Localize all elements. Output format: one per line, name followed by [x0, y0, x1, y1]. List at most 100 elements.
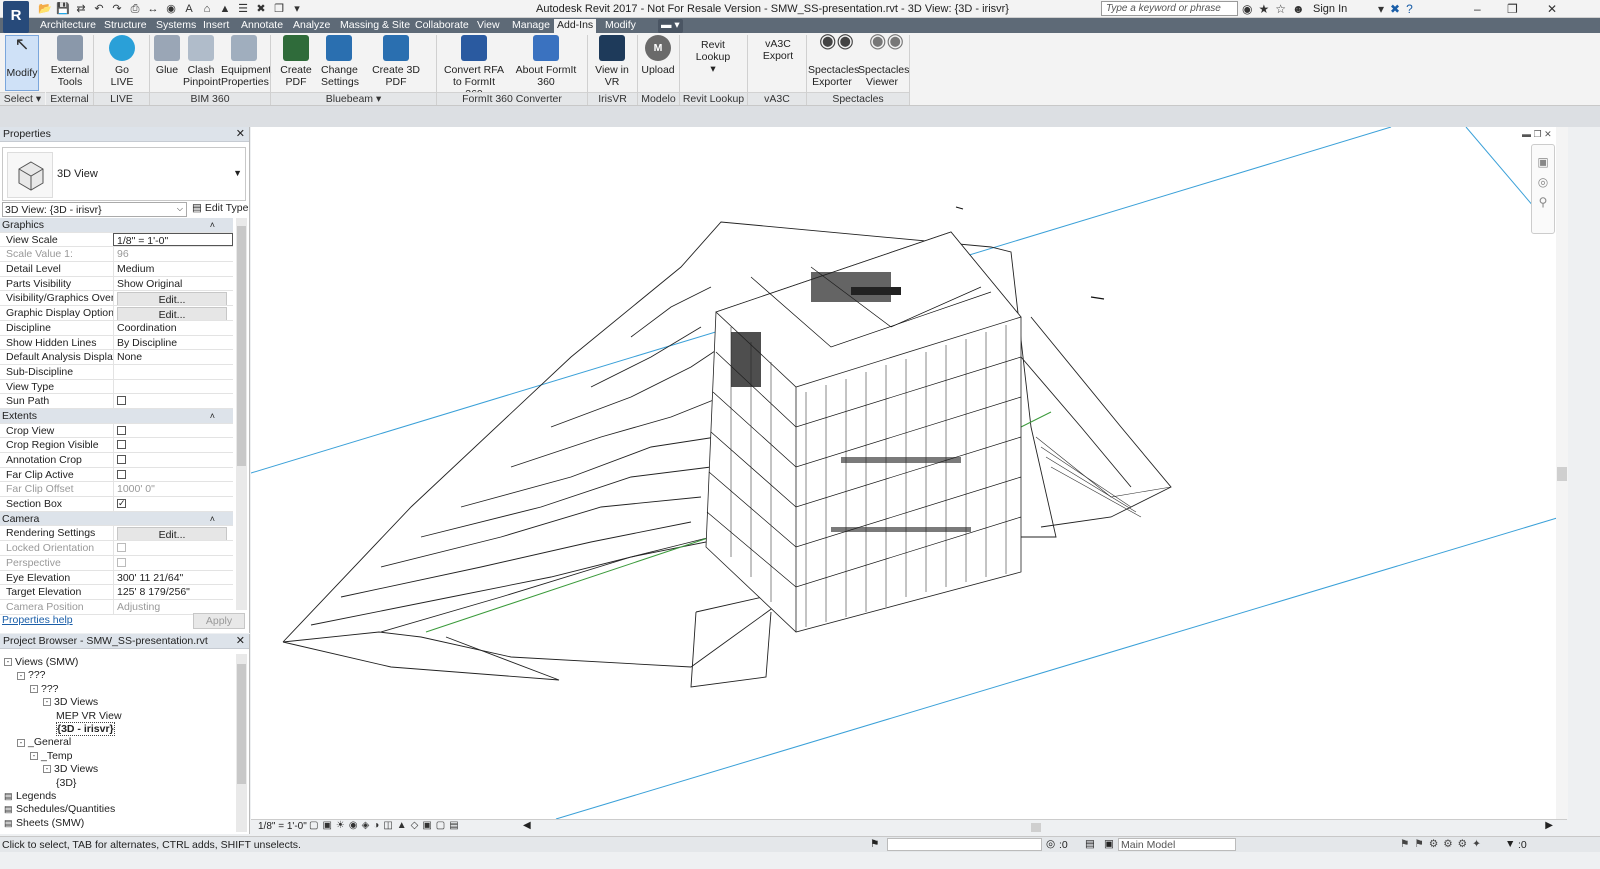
tab-annotate[interactable]: Annotate: [238, 19, 286, 33]
modify-button[interactable]: ↖ Modify: [5, 35, 39, 91]
equipment-properties-button[interactable]: Equipment Properties: [221, 35, 271, 88]
tab-structure[interactable]: Structure: [101, 19, 150, 33]
va3c-export-button[interactable]: vA3C Export: [758, 38, 798, 62]
redo-icon[interactable]: ↷: [110, 2, 124, 16]
favorites-icon[interactable]: ☆: [1275, 2, 1286, 16]
property-value[interactable]: 300' 11 21/64": [113, 570, 233, 585]
properties-scrollbar[interactable]: [236, 218, 247, 610]
worksets-icon[interactable]: ⚑: [870, 838, 879, 850]
close-hidden-icon[interactable]: ✖: [254, 2, 268, 16]
property-section[interactable]: Extents ˄: [0, 408, 233, 424]
close-icon[interactable]: ✕: [1547, 2, 1557, 16]
collapse-icon[interactable]: ˄: [210, 218, 215, 232]
external-tools-button[interactable]: External Tools: [50, 35, 90, 88]
3d-view-icon[interactable]: ⌂: [200, 2, 214, 16]
canvas-scrollbar[interactable]: [1556, 127, 1568, 819]
tab-collaborate[interactable]: Collaborate: [412, 19, 472, 33]
collapse-icon[interactable]: ˄: [210, 512, 215, 526]
ribbon-minimize-icon[interactable]: ▬ ▾: [658, 19, 683, 33]
dropdown-arrow-icon[interactable]: ▾: [1378, 2, 1384, 16]
text-icon[interactable]: A: [182, 2, 196, 16]
design-option-dropdown[interactable]: Main Model: [1118, 838, 1236, 851]
create-3d-pdf-button[interactable]: Create 3D PDF: [364, 35, 428, 88]
browser-tree-item[interactable]: -3D Views: [43, 696, 98, 708]
tab-systems[interactable]: Systems: [153, 19, 199, 33]
collapse-toggle-icon[interactable]: -: [30, 752, 38, 761]
browser-tree-item[interactable]: {3D - irisvr}: [56, 722, 115, 736]
property-value[interactable]: 1/8" = 1'-0": [113, 232, 233, 247]
property-value[interactable]: None: [113, 350, 233, 364]
checkbox[interactable]: [117, 396, 126, 406]
close-icon[interactable]: ✕: [236, 634, 245, 647]
user-icon[interactable]: ☻: [1292, 2, 1305, 16]
save-icon[interactable]: 💾: [56, 2, 70, 16]
dimension-icon[interactable]: ◉: [164, 2, 178, 16]
spectacles-exporter-button[interactable]: ◉◉ Spectacles Exporter: [808, 31, 859, 88]
editing-requests-icon[interactable]: ◎: [1046, 838, 1055, 850]
sign-in-button[interactable]: Sign In: [1313, 3, 1347, 15]
browser-tree-item[interactable]: ▤ Sheets (SMW): [4, 817, 84, 829]
panel-select[interactable]: Select ▾: [0, 92, 45, 105]
collapse-toggle-icon[interactable]: -: [43, 698, 51, 707]
property-section[interactable]: Graphics ˄: [0, 218, 233, 233]
create-pdf-button[interactable]: Create PDF: [273, 35, 319, 88]
property-checkbox[interactable]: [113, 453, 233, 467]
property-section[interactable]: Camera ˄: [0, 511, 233, 527]
tab-view[interactable]: View: [474, 19, 503, 33]
tab-architecture[interactable]: Architecture: [37, 19, 99, 33]
about-formit-button[interactable]: About FormIt 360: [510, 35, 582, 88]
clash-pinpoint-button[interactable]: Clash Pinpoint: [183, 35, 221, 88]
tab-analyze[interactable]: Analyze: [290, 19, 333, 33]
binoculars-icon[interactable]: ◉: [1242, 2, 1252, 16]
undo-icon[interactable]: ↶: [92, 2, 106, 16]
collapse-toggle-icon[interactable]: -: [43, 765, 51, 774]
property-value[interactable]: Show Original: [113, 276, 233, 291]
browser-tree-item[interactable]: {3D}: [56, 777, 76, 789]
sync-icon[interactable]: ⇄: [74, 2, 88, 16]
browser-scrollbar[interactable]: [236, 654, 247, 832]
customize-qat-icon[interactable]: ▾: [290, 2, 304, 16]
checkbox-checked[interactable]: ✓: [117, 499, 126, 509]
upload-button[interactable]: M Upload: [640, 35, 676, 76]
browser-tree-item[interactable]: -???: [17, 669, 46, 681]
viewcube-icon[interactable]: ▣: [1532, 155, 1554, 169]
exchange-icon[interactable]: ✖: [1390, 2, 1400, 16]
view-window-controls[interactable]: ▬ ❐ ✕: [1522, 129, 1552, 140]
property-checkbox[interactable]: [113, 394, 233, 408]
spectacles-viewer-button[interactable]: ◉◉ Spectacles Viewer: [858, 31, 909, 88]
property-value[interactable]: 125' 8 179/256": [113, 585, 233, 599]
checkbox[interactable]: [117, 440, 126, 450]
properties-help-link[interactable]: Properties help: [2, 614, 73, 626]
open-icon[interactable]: 📂: [38, 2, 52, 16]
convert-rfa-button[interactable]: Convert RFA to FormIt 360: [443, 35, 505, 100]
view-control-icons[interactable]: ▢▣☀◉◈◑◫▲◇▣▢▤: [309, 820, 463, 831]
subscription-icon[interactable]: ★: [1258, 2, 1269, 16]
browser-tree-item[interactable]: - _Temp: [30, 750, 73, 762]
restore-icon[interactable]: ❐: [1507, 2, 1518, 16]
3d-view-canvas[interactable]: [250, 126, 1568, 820]
checkbox[interactable]: [117, 543, 126, 553]
zoom-icon[interactable]: ⚲: [1532, 195, 1554, 209]
section-icon[interactable]: ▲: [218, 2, 232, 16]
view-scale-control[interactable]: 1/8" = 1'-0": [258, 821, 307, 832]
edit-type-button[interactable]: ▤ Edit Type: [192, 202, 248, 214]
glue-button[interactable]: Glue: [152, 35, 182, 76]
workset-dropdown[interactable]: [887, 838, 1042, 851]
help-icon[interactable]: ?: [1406, 2, 1413, 16]
application-menu-button[interactable]: R: [3, 1, 29, 33]
thin-lines-icon[interactable]: ☰: [236, 2, 250, 16]
close-icon[interactable]: ✕: [236, 127, 245, 140]
property-checkbox[interactable]: [113, 467, 233, 482]
change-settings-button[interactable]: Change Settings: [321, 35, 359, 88]
checkbox[interactable]: [117, 425, 126, 435]
property-value[interactable]: By Discipline: [113, 335, 233, 350]
tab-insert[interactable]: Insert: [200, 19, 232, 33]
property-value[interactable]: [113, 364, 233, 379]
horizontal-scrollbar-thumb[interactable]: [1031, 823, 1041, 832]
property-checkbox[interactable]: [113, 438, 233, 452]
tab-massing-site[interactable]: Massing & Site: [337, 19, 413, 33]
scroll-right-icon[interactable]: ▶: [1545, 820, 1553, 831]
print-icon[interactable]: ⎙: [128, 2, 142, 16]
scroll-left-icon[interactable]: ◀: [523, 820, 531, 831]
steering-wheel-icon[interactable]: ◎: [1532, 175, 1554, 189]
